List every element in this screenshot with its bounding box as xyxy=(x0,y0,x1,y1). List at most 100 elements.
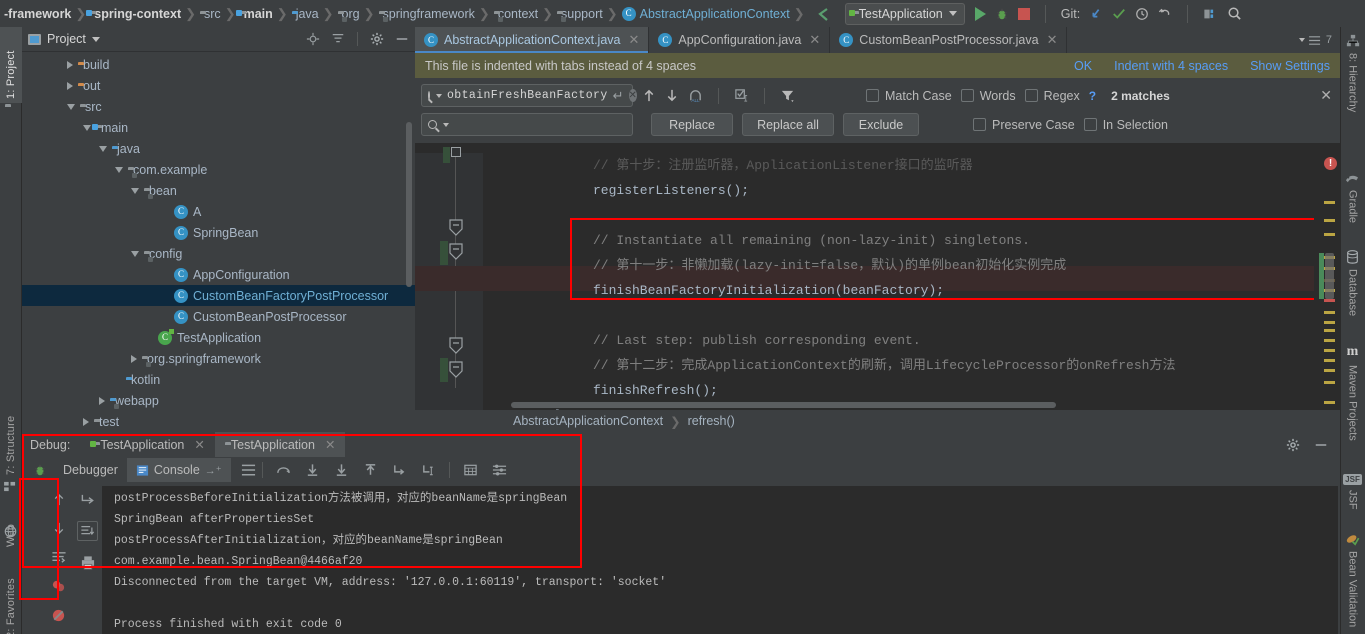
tree-node[interactable]: org.springframework xyxy=(22,348,415,369)
editor-horizontal-scrollbar[interactable] xyxy=(511,402,1056,408)
clear-search-icon[interactable]: ✕ xyxy=(628,89,637,102)
filter-icon[interactable] xyxy=(780,88,795,103)
disable-breakpoints-icon[interactable] xyxy=(51,608,66,623)
exclude-button[interactable]: Exclude xyxy=(843,113,919,136)
tree-node[interactable]: CA xyxy=(22,201,415,222)
project-tree-scrollbar[interactable] xyxy=(406,122,412,287)
soft-wrap-toggle-icon[interactable] xyxy=(51,550,67,565)
breadcrumb-item-class[interactable]: C AbstractApplicationContext xyxy=(620,3,792,25)
gear-icon[interactable] xyxy=(370,32,384,46)
editor-tab-custombeanpostprocessor[interactable]: C CustomBeanPostProcessor.java ✕ xyxy=(830,27,1068,53)
find-previous-icon[interactable] xyxy=(642,88,656,103)
tool-tab-jsf[interactable]: JSF JSF xyxy=(1340,469,1365,521)
collapse-arrow-icon[interactable] xyxy=(131,250,139,257)
tree-node[interactable]: test xyxy=(22,411,415,432)
regex-checkbox[interactable]: Regex xyxy=(1024,89,1080,103)
git-commit-icon[interactable] xyxy=(1112,7,1126,21)
evaluate-expression-icon[interactable] xyxy=(463,463,478,477)
tree-node[interactable]: kotlin xyxy=(22,369,415,390)
breadcrumb-item-framework[interactable]: -framework xyxy=(2,3,73,25)
breadcrumb-method[interactable]: refresh() xyxy=(688,414,735,428)
fold-collapse-marker[interactable] xyxy=(449,361,463,379)
tree-node[interactable]: main xyxy=(22,117,415,138)
notification-action-ok[interactable]: OK xyxy=(1074,59,1092,73)
code-text[interactable]: // 第十步：注册监听器，ApplicationListener接口的监听器 re… xyxy=(483,153,1314,432)
breadcrumb-item-spring-context[interactable]: spring-context xyxy=(86,3,183,25)
collapse-all-icon[interactable] xyxy=(331,32,345,46)
code-line[interactable]: // 第十二步：完成ApplicationContext的刷新，调用Lifecy… xyxy=(483,353,1314,378)
close-find-panel-icon[interactable]: ✕ xyxy=(1320,87,1334,104)
breadcrumb-class[interactable]: AbstractApplicationContext xyxy=(513,414,663,428)
scroll-to-end-icon[interactable] xyxy=(77,521,98,541)
chevron-down-icon[interactable] xyxy=(443,122,449,127)
editor-tab-overflow[interactable]: 7 xyxy=(1298,27,1340,53)
project-structure-icon[interactable] xyxy=(1203,7,1218,21)
scrollbar-thumb[interactable] xyxy=(1325,253,1334,299)
breadcrumb-item-support[interactable]: support xyxy=(555,3,605,25)
hide-panel-icon[interactable] xyxy=(1314,438,1328,452)
editor-tab-appconfiguration[interactable]: C AppConfiguration.java ✕ xyxy=(649,27,831,53)
debug-subtab-console[interactable]: Console →⁺ xyxy=(126,458,231,482)
expand-arrow-icon[interactable] xyxy=(83,417,89,426)
tool-tab-project[interactable]: 1: Project xyxy=(0,27,22,103)
tree-node[interactable]: C CustomBeanFactoryPostProcessor xyxy=(22,285,415,306)
close-icon[interactable]: ✕ xyxy=(1047,32,1058,48)
tree-node[interactable]: config xyxy=(22,243,415,264)
git-revert-icon[interactable] xyxy=(1158,7,1172,21)
search-input[interactable]: obtainFreshBeanFactory xyxy=(447,89,608,102)
breadcrumb-item-src[interactable]: src xyxy=(198,3,223,25)
step-into-icon[interactable] xyxy=(305,463,320,477)
git-update-icon[interactable] xyxy=(1089,7,1103,21)
match-case-checkbox[interactable]: Match Case xyxy=(866,89,952,103)
mute-breakpoints-icon[interactable] xyxy=(51,579,66,594)
editor-error-stripe[interactable]: ! xyxy=(1314,153,1340,432)
preserve-case-checkbox[interactable]: Preserve Case xyxy=(973,118,1075,132)
close-icon[interactable]: ✕ xyxy=(628,32,639,48)
tree-node[interactable]: src xyxy=(22,96,415,117)
error-count-badge[interactable]: ! xyxy=(1324,157,1337,170)
find-next-icon[interactable] xyxy=(665,88,679,103)
project-tree[interactable]: build out src main java com.example bean C A C Spr… xyxy=(22,52,415,432)
tree-node[interactable]: C SpringBean xyxy=(22,222,415,243)
tool-tab-hierarchy[interactable]: 8: Hierarchy xyxy=(1340,29,1365,121)
code-line[interactable]: // Last step: publish corresponding even… xyxy=(483,328,1314,353)
back-arrow-icon[interactable] xyxy=(815,6,831,22)
select-all-occurrences-icon[interactable]: ALL xyxy=(688,88,703,103)
expand-arrow-icon[interactable] xyxy=(67,81,73,90)
replace-all-button[interactable]: Replace all xyxy=(742,113,834,136)
run-configuration-selector[interactable]: TestApplication xyxy=(844,2,965,25)
collapse-arrow-icon[interactable] xyxy=(99,145,107,152)
tool-tab-maven[interactable]: m Maven Projects xyxy=(1340,339,1365,457)
layout-icon[interactable] xyxy=(241,463,256,477)
chevron-down-icon[interactable] xyxy=(436,93,442,98)
stop-button[interactable] xyxy=(1017,7,1030,20)
code-line[interactable]: registerListeners(); xyxy=(483,178,1314,203)
code-line[interactable]: // 第十一步：非懒加载(lazy-init=false，默认)的单例bean初… xyxy=(483,253,1314,278)
tree-node[interactable]: webapp xyxy=(22,390,415,411)
find-input-wrapper[interactable]: obtainFreshBeanFactory ↵ ✕ xyxy=(421,84,637,107)
settings-list-icon[interactable] xyxy=(492,463,507,477)
console-output[interactable]: postProcessBeforeInitialization方法被调用，对应的… xyxy=(102,486,1338,634)
tree-node[interactable]: C CustomBeanPostProcessor xyxy=(22,306,415,327)
rerun-icon[interactable] xyxy=(80,492,96,507)
tool-tab-structure[interactable]: 7: Structure xyxy=(0,389,22,479)
in-selection-checkbox[interactable]: In Selection xyxy=(1083,118,1168,132)
editor-breadcrumb[interactable]: AbstractApplicationContext ❯ refresh() xyxy=(415,410,1340,432)
tree-node[interactable]: out xyxy=(22,75,415,96)
close-icon[interactable]: ✕ xyxy=(325,437,335,452)
close-icon[interactable]: ✕ xyxy=(194,437,204,452)
debug-bug-icon[interactable] xyxy=(26,463,54,477)
collapse-arrow-icon[interactable] xyxy=(67,103,75,110)
code-line[interactable]: finishBeanFactoryInitialization(beanFact… xyxy=(483,278,1314,303)
force-step-into-icon[interactable] xyxy=(334,463,349,477)
tool-tab-bean-validation[interactable]: Bean Validation xyxy=(1340,527,1365,634)
debug-tab-testapplication-2[interactable]: TestApplication ✕ xyxy=(214,432,346,457)
expand-arrow-icon[interactable] xyxy=(131,354,137,363)
expand-arrow-icon[interactable] xyxy=(67,60,73,69)
step-over-icon[interactable] xyxy=(276,463,291,477)
scroll-down-icon[interactable] xyxy=(52,521,66,536)
code-editor[interactable]: // 第十步：注册监听器，ApplicationListener接口的监听器 re… xyxy=(415,147,1365,432)
tool-tab-gradle[interactable]: Gradle xyxy=(1340,167,1365,237)
tool-tab-database[interactable]: Database xyxy=(1340,245,1365,331)
drop-frame-icon[interactable] xyxy=(392,463,407,477)
